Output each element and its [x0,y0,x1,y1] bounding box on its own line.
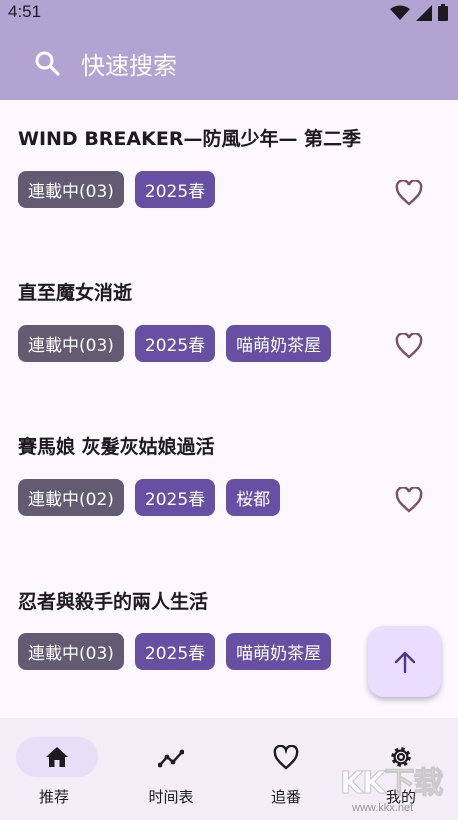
status-time: 4:51 [8,2,42,21]
watermark-url: www.kkx.net [352,802,414,814]
tag-row: 連載中(02) 2025春 桜都 [18,479,281,516]
home-icon [46,747,68,767]
search-icon[interactable] [34,50,60,76]
status-icons [390,4,448,21]
season-tag: 2025春 [134,479,216,516]
nav-item-follow[interactable]: 追番 [229,718,343,820]
favorite-heart-icon[interactable] [395,180,423,206]
arrow-up-icon [394,651,415,673]
nav-item-timeline[interactable]: 时间表 [114,718,228,820]
status-tag: 連載中(03) [18,633,124,670]
item-title: 賽馬娘 灰髮灰姑娘過活 [18,436,215,458]
tag-row: 連載中(03) 2025春 喵萌奶茶屋 [18,325,332,362]
search-bar[interactable]: 快速搜索 [0,24,458,100]
status-bar: 4:51 [0,0,458,24]
item-title: 直至魔女消逝 [18,282,133,304]
timeline-icon [158,749,184,768]
heart-icon [273,745,299,770]
list-item[interactable]: 賽馬娘 灰髮灰姑娘過活 連載中(02) 2025春 桜都 [0,432,458,582]
scroll-to-top-button[interactable] [368,626,441,697]
group-tag: 喵萌奶茶屋 [226,325,332,362]
nav-label: 追番 [270,788,301,806]
status-tag: 連載中(03) [18,171,124,208]
nav-item-recommend[interactable]: 推荐 [0,718,114,820]
group-tag: 喵萌奶茶屋 [226,633,332,670]
watermark-text: KK下载 [340,766,444,802]
search-label[interactable]: 快速搜索 [81,46,177,81]
status-tag: 連載中(03) [18,325,124,362]
item-title: WIND BREAKER—防風少年— 第二季 [18,128,362,150]
favorite-heart-icon[interactable] [395,487,423,513]
season-tag: 2025春 [134,325,216,362]
cell-signal-icon [416,4,432,21]
nav-label: 时间表 [148,788,194,806]
season-tag: 2025春 [134,171,216,208]
item-title: 忍者與殺手的兩人生活 [18,591,209,613]
tag-row: 連載中(03) 2025春 [18,171,216,208]
nav-label: 推荐 [38,788,69,806]
group-tag: 桜都 [226,479,281,516]
tag-row: 連載中(03) 2025春 喵萌奶茶屋 [18,633,332,670]
battery-icon [438,4,448,21]
list-item[interactable]: WIND BREAKER—防風少年— 第二季 連載中(03) 2025春 [0,124,458,274]
favorite-heart-icon[interactable] [395,333,423,359]
watermark-logo: KK下载 www.kkx.net [340,758,458,820]
wifi-icon [390,5,410,20]
status-tag: 連載中(02) [18,479,124,516]
list-item[interactable]: 直至魔女消逝 連載中(03) 2025春 喵萌奶茶屋 [0,278,458,428]
season-tag: 2025春 [134,633,216,670]
